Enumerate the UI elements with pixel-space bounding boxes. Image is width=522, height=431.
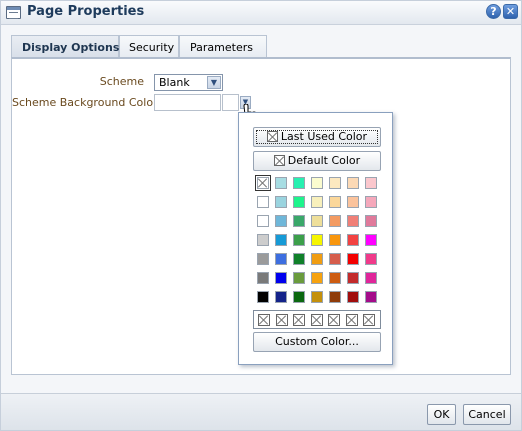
color-swatch[interactable] (347, 177, 359, 189)
color-swatch[interactable] (293, 196, 305, 208)
default-color-button[interactable]: Default Color (253, 151, 381, 171)
color-swatch[interactable] (257, 272, 269, 284)
color-swatch[interactable] (311, 253, 323, 265)
default-color-label: Default Color (287, 154, 361, 167)
dialog-title: Page Properties (27, 4, 145, 19)
scheme-bg-color-label: Scheme Background Color (12, 96, 158, 109)
color-swatch[interactable] (329, 291, 341, 303)
close-button[interactable]: ✕ (503, 4, 518, 19)
color-swatch[interactable] (275, 253, 287, 265)
button-bar: OK Cancel (1, 393, 521, 430)
color-swatch[interactable] (257, 215, 269, 227)
color-swatch[interactable] (293, 177, 305, 189)
color-swatch[interactable] (365, 253, 377, 265)
color-swatch[interactable] (311, 272, 323, 284)
color-swatch[interactable] (311, 177, 323, 189)
ok-button[interactable]: OK (427, 404, 456, 425)
color-swatch[interactable] (311, 234, 323, 246)
last-used-color-button[interactable]: Last Used Color (253, 127, 381, 147)
recent-color-swatch[interactable] (345, 314, 358, 326)
color-swatch[interactable] (275, 196, 287, 208)
window-icon (6, 6, 21, 19)
color-swatch[interactable] (293, 215, 305, 227)
color-swatch[interactable] (311, 196, 323, 208)
color-swatch[interactable] (365, 272, 377, 284)
color-swatch[interactable] (257, 234, 269, 246)
tab-security[interactable]: Security (119, 35, 179, 57)
recent-color-swatch[interactable] (363, 314, 375, 326)
color-swatch[interactable] (275, 215, 287, 227)
color-swatch[interactable] (365, 291, 377, 303)
last-used-color-label: Last Used Color (280, 130, 368, 143)
title-bar[interactable]: Page Properties ? ✕ (1, 1, 521, 25)
color-swatch[interactable] (329, 196, 341, 208)
color-swatch[interactable] (329, 215, 341, 227)
recent-colors-row (253, 310, 381, 329)
recent-color-swatch[interactable] (258, 314, 270, 326)
color-swatch[interactable] (329, 272, 341, 284)
recent-color-swatch[interactable] (310, 314, 323, 326)
color-swatch[interactable] (329, 234, 341, 246)
color-swatch[interactable] (275, 234, 287, 246)
color-swatch[interactable] (347, 215, 359, 227)
no-color-icon (266, 131, 278, 142)
recent-color-swatch[interactable] (293, 314, 305, 326)
color-swatch[interactable] (257, 291, 269, 303)
color-swatch[interactable] (347, 234, 359, 246)
chevron-down-icon[interactable]: ▼ (207, 76, 221, 89)
color-swatch[interactable] (293, 272, 305, 284)
tab-display-options[interactable]: Display Options (11, 35, 119, 58)
color-palette-grid (253, 175, 381, 307)
color-swatch[interactable] (257, 196, 269, 208)
color-swatch[interactable] (293, 253, 305, 265)
no-color-icon (273, 155, 285, 166)
color-swatch[interactable] (293, 234, 305, 246)
scheme-select-value: Blank (159, 76, 190, 89)
color-swatch[interactable] (275, 291, 287, 303)
scheme-bg-color-input[interactable] (154, 94, 221, 111)
color-swatch[interactable] (257, 253, 269, 265)
custom-color-button[interactable]: Custom Color... (253, 332, 381, 352)
recent-color-swatch[interactable] (275, 314, 288, 326)
color-swatch[interactable] (347, 291, 359, 303)
cancel-button[interactable]: Cancel (463, 404, 511, 425)
color-swatch[interactable] (347, 253, 359, 265)
help-button[interactable]: ? (486, 4, 501, 19)
color-swatch[interactable] (347, 196, 359, 208)
color-swatch[interactable] (311, 291, 323, 303)
color-swatch[interactable] (275, 177, 287, 189)
recent-color-swatch[interactable] (328, 314, 340, 326)
color-swatch[interactable] (365, 234, 377, 246)
color-swatch[interactable] (275, 272, 287, 284)
color-swatch[interactable] (365, 215, 377, 227)
color-swatch[interactable] (255, 175, 271, 191)
scheme-label: Scheme (99, 75, 144, 88)
color-picker-popup: Last Used Color Default Color Custom Col… (238, 112, 393, 365)
color-swatch[interactable] (365, 196, 377, 208)
dialog-window: Page Properties ? ✕ Display Options Secu… (0, 0, 522, 431)
color-swatch[interactable] (329, 177, 341, 189)
color-swatch[interactable] (329, 253, 341, 265)
tab-parameters[interactable]: Parameters (179, 35, 267, 57)
scheme-select[interactable]: Blank ▼ (154, 74, 223, 91)
color-swatch[interactable] (365, 177, 377, 189)
color-swatch[interactable] (347, 272, 359, 284)
color-swatch[interactable] (293, 291, 305, 303)
tab-bar: Display Options Security Parameters (11, 35, 511, 58)
scheme-bg-color-swatch (222, 94, 239, 111)
no-color-icon (258, 178, 268, 188)
color-swatch[interactable] (311, 215, 323, 227)
